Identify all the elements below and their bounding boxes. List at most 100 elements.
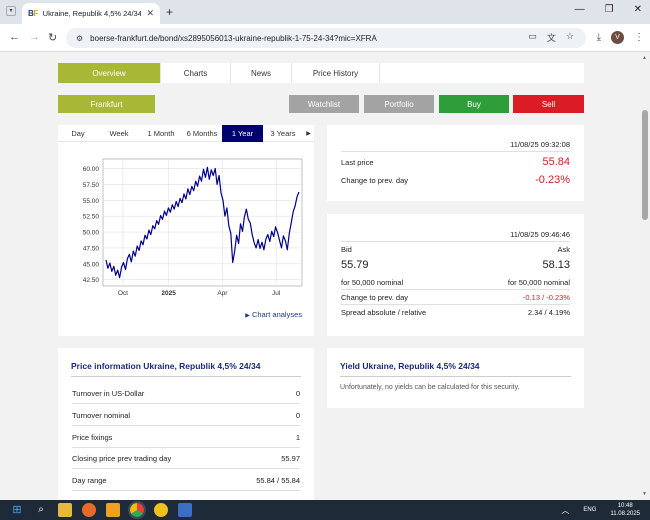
- bid-ask-change-label: Change to prev. day: [341, 293, 408, 302]
- change-label: Change to prev. day: [341, 175, 408, 185]
- bid-nominal: for 50,000 nominal: [341, 278, 404, 287]
- range-tab-6-months[interactable]: 6 Months: [182, 125, 222, 142]
- search-icon[interactable]: ⌕: [34, 503, 48, 517]
- y-tick-label: 57.50: [83, 182, 100, 189]
- ask-label: Ask: [557, 245, 570, 254]
- download-icon[interactable]: ⤓: [597, 32, 601, 43]
- avatar[interactable]: V: [611, 31, 624, 44]
- portfolio-button[interactable]: Portfolio: [364, 95, 434, 113]
- bookmark-star-icon[interactable]: ☆: [566, 31, 574, 44]
- range-tab-3-years[interactable]: 3 Years: [263, 125, 303, 142]
- price-info-title: Price information Ukraine, Republik 4,5%…: [71, 361, 261, 371]
- scroll-down-icon[interactable]: ▼: [642, 491, 647, 497]
- minimize-icon[interactable]: —: [575, 4, 585, 15]
- address-bar[interactable]: ⚙ boerse-frankfurt.de/bond/xs2895056013-…: [66, 28, 586, 48]
- y-tick-label: 47.50: [83, 245, 100, 252]
- table-row: Closing price prev trading day 55.97: [72, 454, 300, 463]
- watchlist-button[interactable]: Watchlist: [289, 95, 359, 113]
- yield-title: Yield Ukraine, Republik 4,5% 24/34: [340, 361, 480, 371]
- windows-start-icon[interactable]: ⊞: [10, 503, 24, 517]
- quote-card: 11/08/25 09:32:08 Last price 55.84 Chang…: [327, 125, 584, 201]
- divider: [72, 447, 300, 448]
- site-info-icon[interactable]: ⚙: [76, 34, 83, 43]
- tab-news[interactable]: News: [231, 63, 292, 83]
- divider: [341, 304, 570, 305]
- divider: [72, 490, 300, 491]
- app-icon[interactable]: [154, 503, 168, 517]
- x-tick-label: Oct: [118, 290, 128, 297]
- tray-chevron-icon[interactable]: ︿: [561, 505, 569, 516]
- tab-title: Ukraine, Republik 4,5% 24/34 Bor: [42, 9, 142, 18]
- range-next-arrow-icon[interactable]: ▶: [303, 125, 314, 142]
- page-content: Overview Charts News Price History Frank…: [0, 52, 640, 500]
- site-favicon: BF: [28, 9, 38, 18]
- divider: [341, 289, 570, 290]
- page-scrollbar[interactable]: ▲ ▼: [640, 52, 650, 500]
- bid-ask-change-value: -0.13 / -0.23%: [522, 293, 570, 302]
- table-row: Day range 55.84 / 55.84: [72, 476, 300, 485]
- tab-overview[interactable]: Overview: [58, 63, 161, 83]
- sell-button[interactable]: Sell: [513, 95, 584, 113]
- chrome-icon[interactable]: [128, 501, 146, 519]
- reload-icon[interactable]: ↻: [48, 31, 57, 44]
- y-tick-label: 52.50: [83, 214, 100, 221]
- system-tray: ︿ ENG 10:48 11.08.2025: [561, 502, 640, 518]
- clock[interactable]: 10:48 11.08.2025: [610, 502, 640, 518]
- divider: [341, 151, 570, 152]
- maximize-icon[interactable]: ❐: [605, 4, 614, 15]
- app-icon[interactable]: [106, 503, 120, 517]
- browser-tab[interactable]: BF Ukraine, Republik 4,5% 24/34 Bor ✕: [22, 3, 160, 24]
- y-tick-label: 45.00: [83, 261, 100, 268]
- tab-bar: ▾ BF Ukraine, Republik 4,5% 24/34 Bor ✕ …: [0, 0, 650, 24]
- last-price-label: Last price: [341, 157, 374, 167]
- price-chart: 60.00 57.50 55.00 52.50 50.00 47.50 45.00 42.50…: [83, 158, 303, 297]
- divider: [71, 376, 301, 377]
- range-tab-1-year[interactable]: 1 Year: [222, 125, 263, 142]
- tab-price-history[interactable]: Price History: [292, 63, 380, 83]
- window-controls: — ❐ ✕: [575, 4, 642, 15]
- scroll-thumb[interactable]: [642, 110, 648, 220]
- exchange-select-button[interactable]: Frankfurt: [58, 95, 155, 113]
- spread-value: 2.34 / 4.19%: [527, 308, 570, 317]
- new-tab-icon[interactable]: +: [166, 5, 173, 19]
- file-explorer-icon[interactable]: [58, 503, 72, 517]
- divider: [72, 468, 300, 469]
- forward-icon[interactable]: →: [29, 31, 40, 43]
- cast-icon[interactable]: ▭: [528, 31, 537, 44]
- chart-analyses-link[interactable]: ▶ Chart analyses: [245, 310, 302, 319]
- menu-kebab-icon[interactable]: ⋮: [634, 32, 644, 43]
- divider: [341, 241, 570, 242]
- section-nav: Overview Charts News Price History: [58, 63, 584, 83]
- bid-value: 55.79: [341, 259, 369, 271]
- bid-label: Bid: [341, 245, 352, 254]
- firefox-icon[interactable]: [82, 503, 96, 517]
- word-icon[interactable]: [178, 503, 192, 517]
- translate-icon[interactable]: 文: [547, 31, 556, 44]
- ask-value: 58.13: [542, 259, 570, 271]
- close-window-icon[interactable]: ✕: [634, 4, 642, 15]
- tab-charts[interactable]: Charts: [161, 63, 231, 83]
- y-tick-label: 42.50: [83, 277, 100, 284]
- scroll-up-icon[interactable]: ▲: [642, 55, 647, 61]
- y-tick-label: 60.00: [83, 166, 100, 173]
- range-tab-day[interactable]: Day: [58, 125, 98, 142]
- y-tick-label: 50.00: [83, 230, 100, 237]
- tab-search-icon[interactable]: ▾: [6, 6, 16, 16]
- os-taskbar: ⊞ ⌕ ︿ ENG 10:48 11.08.2025: [0, 500, 650, 520]
- ask-nominal: for 50,000 nominal: [507, 278, 570, 287]
- last-price-value: 55.84: [542, 156, 570, 168]
- spread-label: Spread absolute / relative: [341, 308, 427, 317]
- back-icon[interactable]: ←: [9, 31, 20, 43]
- range-tab-1-month[interactable]: 1 Month: [140, 125, 182, 142]
- yield-message: Unfortunately, no yields can be calculat…: [340, 384, 520, 391]
- range-tab-week[interactable]: Week: [98, 125, 140, 142]
- buy-button[interactable]: Buy: [439, 95, 509, 113]
- change-value: -0.23%: [535, 174, 570, 186]
- table-row: Price fixings 1: [72, 433, 300, 442]
- yield-card: Yield Ukraine, Republik 4,5% 24/34 Unfor…: [327, 348, 584, 408]
- browser-toolbar: ← → ↻ ⚙ boerse-frankfurt.de/bond/xs28950…: [0, 24, 650, 52]
- quote-timestamp: 11/08/25 09:32:08: [510, 140, 570, 149]
- close-tab-icon[interactable]: ✕: [146, 8, 154, 19]
- language-indicator[interactable]: ENG: [583, 507, 596, 513]
- x-tick-label: Apr: [217, 290, 228, 297]
